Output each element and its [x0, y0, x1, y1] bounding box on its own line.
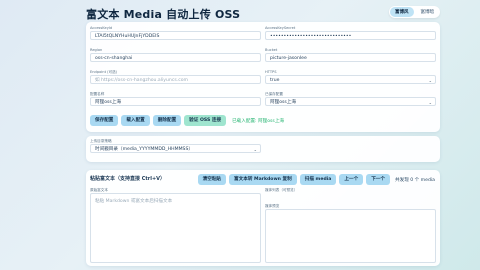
verify-oss-button[interactable]: 验证 OSS 连接	[184, 115, 227, 126]
access-key-secret-field: AccessKeySecret ••••••••••••••••••••••••…	[265, 26, 436, 40]
region-field: Region oss-cn-shanghai	[90, 48, 261, 62]
upload-strategy-card: 上传目录策略 时间戳目录（media_YYYYMMDD_HHMMSS） ⌄	[86, 136, 440, 162]
upload-strategy-field: 上传目录策略 时间戳目录（media_YYYYMMDD_HHMMSS） ⌄	[90, 139, 261, 153]
region-input[interactable]: oss-cn-shanghai	[90, 53, 261, 62]
access-key-secret-input[interactable]: ••••••••••••••••••••••••••••••	[265, 31, 436, 40]
next-media-button[interactable]: 下一个	[366, 174, 390, 185]
access-key-id-label: AccessKeyId	[90, 26, 113, 30]
paste-toolbar: 清空粘贴 富文本转 Markdown 复制 扫描 media 上一个 下一个 共…	[197, 174, 435, 185]
clear-paste-button[interactable]: 清空粘贴	[197, 174, 227, 185]
https-field: HTTPS true ⌄	[265, 70, 436, 84]
endpoint-field: Endpoint (可选) 如 https://oss-cn-hangzhou.…	[90, 70, 261, 84]
access-key-id-field: AccessKeyId LTAI5tQLNYHuHUJnFjYDDEIS	[90, 26, 261, 40]
delete-config-button[interactable]: 删除配置	[152, 115, 182, 126]
scan-media-button[interactable]: 扫描 media	[299, 174, 337, 185]
bucket-field: Bucket picture-jasonlee	[265, 48, 436, 62]
chevron-down-icon: ⌄	[428, 100, 432, 105]
upload-strategy-select[interactable]: 时间戳目录（media_YYYYMMDD_HHMMSS） ⌄	[90, 144, 261, 153]
https-label: HTTPS	[265, 70, 277, 74]
saved-config-label: 已保存配置	[265, 92, 283, 96]
chevron-down-icon: ⌄	[253, 147, 257, 152]
rich-text-editor[interactable]: 粘贴 Markdown 或富文本后扫描文本	[90, 193, 261, 263]
load-config-button[interactable]: 载入配置	[121, 115, 150, 126]
saved-config-select-value: 阿狸oss上海	[270, 100, 296, 105]
prev-media-button[interactable]: 上一个	[339, 174, 364, 185]
page-title: 富文本 Media 自动上传 OSS	[86, 8, 241, 21]
media-preview-area	[265, 209, 436, 263]
oss-config-card: AccessKeyId LTAI5tQLNYHuHUJnFjYDDEIS Acc…	[86, 22, 440, 132]
config-name-field: 配置名称 阿狸oss上海	[90, 92, 261, 106]
saved-config-select[interactable]: 阿狸oss上海 ⌄	[265, 97, 436, 106]
access-key-secret-label: AccessKeySecret	[265, 26, 296, 30]
https-select-value: true	[270, 78, 280, 83]
bucket-input[interactable]: picture-jasonlee	[265, 53, 436, 62]
theme-light-button[interactable]: 富博风	[390, 7, 414, 17]
save-config-button[interactable]: 保存配置	[90, 115, 119, 126]
https-select[interactable]: true ⌄	[265, 75, 436, 84]
bucket-label: Bucket	[265, 48, 278, 52]
endpoint-label: Endpoint (可选)	[90, 70, 118, 74]
config-name-label: 配置名称	[90, 92, 105, 96]
config-actions: 保存配置 载入配置 删除配置 验证 OSS 连接 已载入配置: 阿狸oss上海	[90, 115, 284, 126]
theme-switch: 富博风 富博暗	[389, 6, 440, 18]
chevron-down-icon: ⌄	[428, 78, 432, 83]
paste-card: 粘贴富文本（支持直接 Ctrl+V） 清空粘贴 富文本转 Markdown 复制…	[86, 170, 440, 266]
config-name-input[interactable]: 阿狸oss上海	[90, 97, 261, 106]
theme-dark-button[interactable]: 富博暗	[416, 7, 440, 17]
upload-strategy-value: 时间戳目录（media_YYYYMMDD_HHMMSS）	[95, 147, 193, 152]
media-list-label: 媒体列表（可预览）	[265, 188, 298, 192]
endpoint-input[interactable]: 如 https://oss-cn-hangzhou.aliyuncs.com	[90, 75, 261, 84]
page-header: 富文本 Media 自动上传 OSS 富博风 富博暗	[86, 6, 440, 21]
access-key-id-input[interactable]: LTAI5tQLNYHuHUJnFjYDDEIS	[90, 31, 261, 40]
upload-strategy-label: 上传目录策略	[90, 139, 112, 143]
config-status-text: 已载入配置: 阿狸oss上海	[232, 118, 285, 124]
copy-markdown-button[interactable]: 富文本转 Markdown 复制	[229, 174, 297, 185]
region-label: Region	[90, 48, 103, 52]
saved-config-field: 已保存配置 阿狸oss上海 ⌄	[265, 92, 436, 106]
media-count-text: 共发现 0 个 media	[395, 177, 435, 183]
paste-heading: 粘贴富文本（支持直接 Ctrl+V）	[90, 176, 166, 182]
